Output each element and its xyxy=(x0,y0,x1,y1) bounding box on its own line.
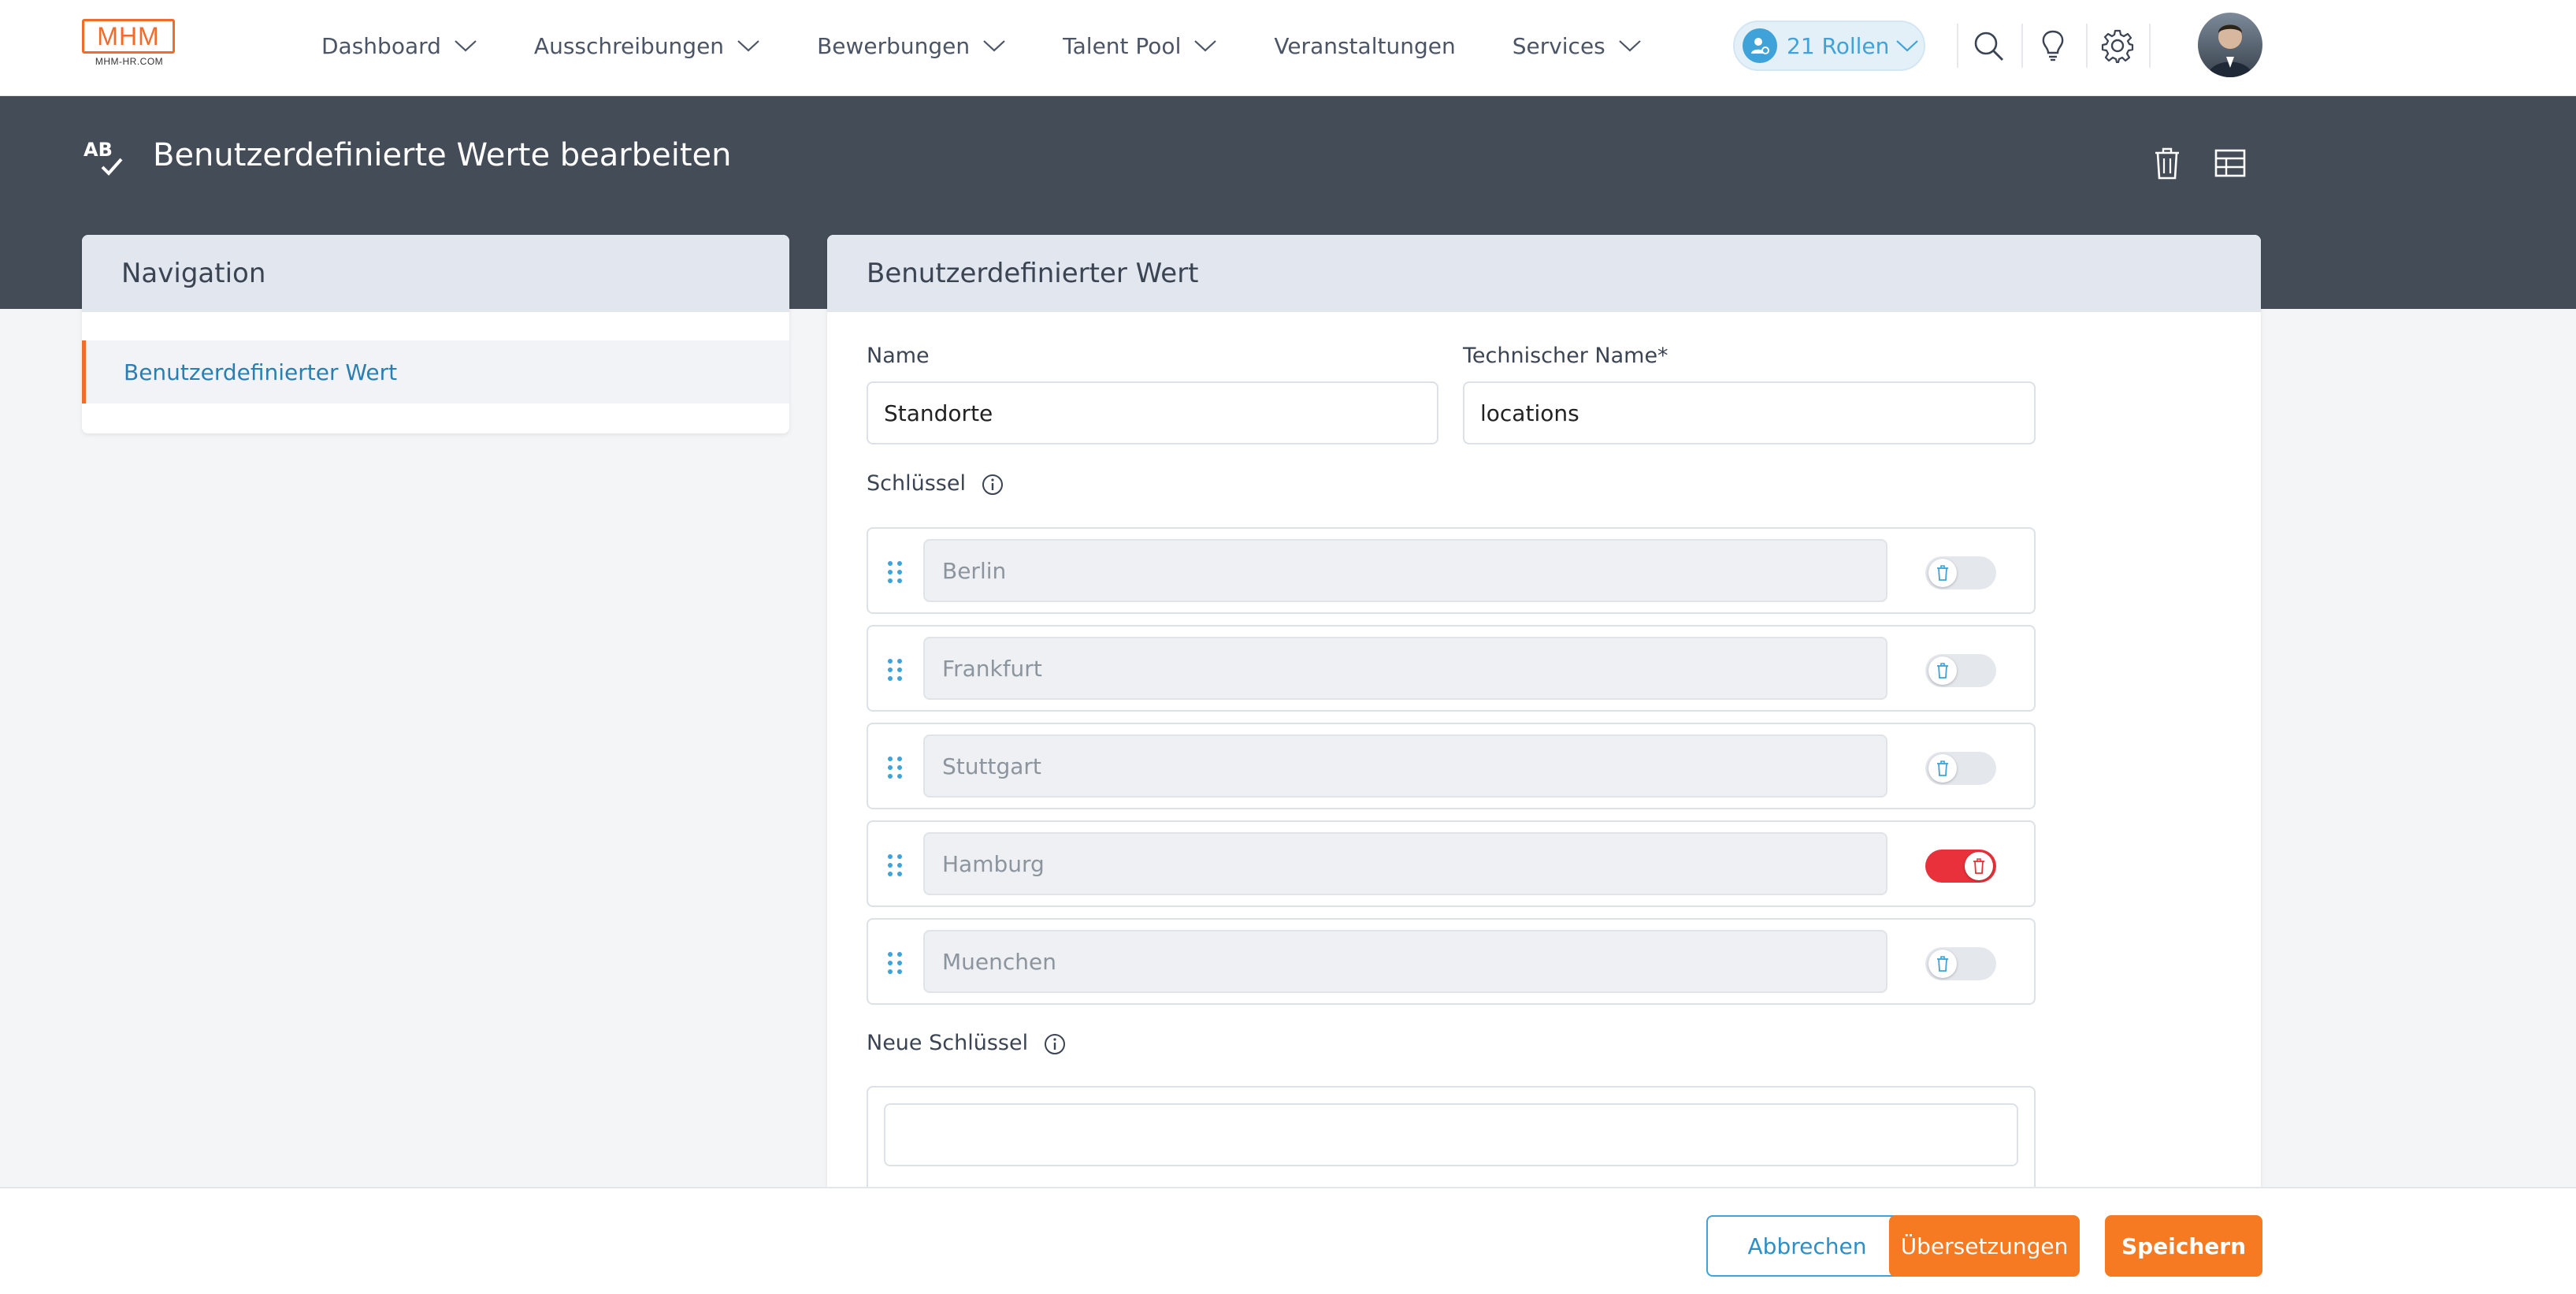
delete-toggle[interactable] xyxy=(1925,947,1996,980)
nav-dashboard[interactable]: Dashboard xyxy=(321,33,477,59)
navigation-card: Navigation Benutzerdefinierter Wert xyxy=(82,235,789,433)
key-row: Berlin xyxy=(867,527,2036,614)
key-input[interactable]: Berlin xyxy=(923,539,1887,602)
main-menu: Dashboard Ausschreibungen Bewerbungen Ta… xyxy=(321,0,1698,91)
chevron-down-icon xyxy=(737,40,759,52)
drag-handle-icon[interactable] xyxy=(884,559,906,586)
nav-services[interactable]: Services xyxy=(1513,33,1642,59)
name-field[interactable]: Standorte xyxy=(867,381,1438,444)
nav-services-label: Services xyxy=(1512,32,1605,59)
save-button[interactable]: Speichern xyxy=(2105,1215,2262,1277)
search-icon[interactable] xyxy=(1971,28,2006,63)
chevron-down-icon xyxy=(1619,40,1641,52)
key-input[interactable]: Muenchen xyxy=(923,930,1887,993)
delete-toggle[interactable] xyxy=(1925,850,1996,883)
trash-icon xyxy=(1965,852,1993,880)
key-input[interactable]: Frankfurt xyxy=(923,637,1887,700)
custom-value-form: Benutzerdefinierter Wert Name Standorte … xyxy=(827,235,2261,1220)
nav-veranstaltungen[interactable]: Veranstaltungen xyxy=(1274,33,1455,59)
svg-text:AB: AB xyxy=(84,139,113,161)
action-bar: Abbrechen Übersetzungen Speichern xyxy=(0,1187,2576,1294)
keys-label-text: Schlüssel xyxy=(867,471,966,496)
divider xyxy=(2086,24,2088,68)
chevron-down-icon xyxy=(455,40,477,52)
info-icon[interactable] xyxy=(1043,1032,1067,1056)
chevron-down-icon xyxy=(1194,40,1217,52)
top-navigation: MHM MHM-HR.COM Dashboard Ausschreibungen… xyxy=(0,0,2576,96)
new-keys-label-text: Neue Schlüssel xyxy=(867,1031,1029,1055)
key-input[interactable]: Stuttgart xyxy=(923,734,1887,798)
technical-name-label: Technischer Name* xyxy=(1463,344,1668,368)
cancel-button[interactable]: Abbrechen xyxy=(1706,1215,1908,1277)
user-role-icon xyxy=(1743,28,1777,63)
key-row: Muenchen xyxy=(867,918,2036,1005)
info-icon[interactable] xyxy=(981,473,1004,496)
roles-dropdown[interactable]: 21 Rollen xyxy=(1733,20,1925,71)
logo-url: MHM-HR.COM xyxy=(95,56,164,67)
trash-icon xyxy=(1928,950,1957,978)
key-input[interactable]: Hamburg xyxy=(923,832,1887,895)
trash-icon xyxy=(1928,559,1957,587)
nav-ausschreibungen[interactable]: Ausschreibungen xyxy=(534,33,760,59)
nav-talent-pool[interactable]: Talent Pool xyxy=(1063,33,1217,59)
key-row: Hamburg xyxy=(867,820,2036,907)
sidebar-item-label: Benutzerdefinierter Wert xyxy=(124,359,398,385)
chevron-down-icon xyxy=(1896,40,1919,52)
trash-icon[interactable] xyxy=(2149,145,2185,181)
drag-handle-icon[interactable] xyxy=(884,656,906,683)
divider xyxy=(1957,24,1958,68)
table-icon[interactable] xyxy=(2212,145,2248,181)
roles-label: 21 Rollen xyxy=(1787,32,1890,59)
delete-toggle[interactable] xyxy=(1925,556,1996,589)
delete-toggle[interactable] xyxy=(1925,752,1996,785)
nav-veranstaltungen-label: Veranstaltungen xyxy=(1274,32,1456,59)
chevron-down-icon xyxy=(983,40,1005,52)
drag-handle-icon[interactable] xyxy=(884,950,906,976)
trash-icon xyxy=(1928,754,1957,783)
page-title: Benutzerdefinierte Werte bearbeiten xyxy=(153,137,732,173)
trash-icon xyxy=(1928,656,1957,685)
new-keys-label: Neue Schlüssel xyxy=(867,1031,1067,1056)
nav-bewerbungen[interactable]: Bewerbungen xyxy=(817,33,1006,59)
nav-ausschreibungen-label: Ausschreibungen xyxy=(533,32,725,59)
translations-button[interactable]: Übersetzungen xyxy=(1889,1215,2080,1277)
lightbulb-icon[interactable] xyxy=(2036,28,2070,63)
mhm-logo[interactable]: MHM MHM-HR.COM xyxy=(82,19,176,74)
gear-icon[interactable] xyxy=(2100,28,2135,63)
keys-label: Schlüssel xyxy=(867,471,1004,496)
drag-handle-icon[interactable] xyxy=(884,852,906,879)
nav-dashboard-label: Dashboard xyxy=(321,32,441,59)
divider xyxy=(2021,24,2023,68)
sidebar-item-custom-value[interactable]: Benutzerdefinierter Wert xyxy=(82,340,789,403)
divider xyxy=(2149,24,2151,68)
new-key-input[interactable] xyxy=(884,1103,2018,1166)
technical-name-field[interactable]: locations xyxy=(1463,381,2036,444)
delete-toggle[interactable] xyxy=(1925,654,1996,687)
name-label: Name xyxy=(867,344,930,368)
drag-handle-icon[interactable] xyxy=(884,754,906,781)
nav-bewerbungen-label: Bewerbungen xyxy=(817,32,971,59)
avatar[interactable] xyxy=(2198,13,2262,77)
key-row: Stuttgart xyxy=(867,723,2036,809)
nav-talent-pool-label: Talent Pool xyxy=(1063,32,1182,59)
logo-mark: MHM xyxy=(82,19,175,54)
form-title: Benutzerdefinierter Wert xyxy=(827,235,2261,312)
key-row: Frankfurt xyxy=(867,625,2036,712)
spellcheck-icon: AB xyxy=(84,139,123,176)
navigation-title: Navigation xyxy=(82,235,789,312)
